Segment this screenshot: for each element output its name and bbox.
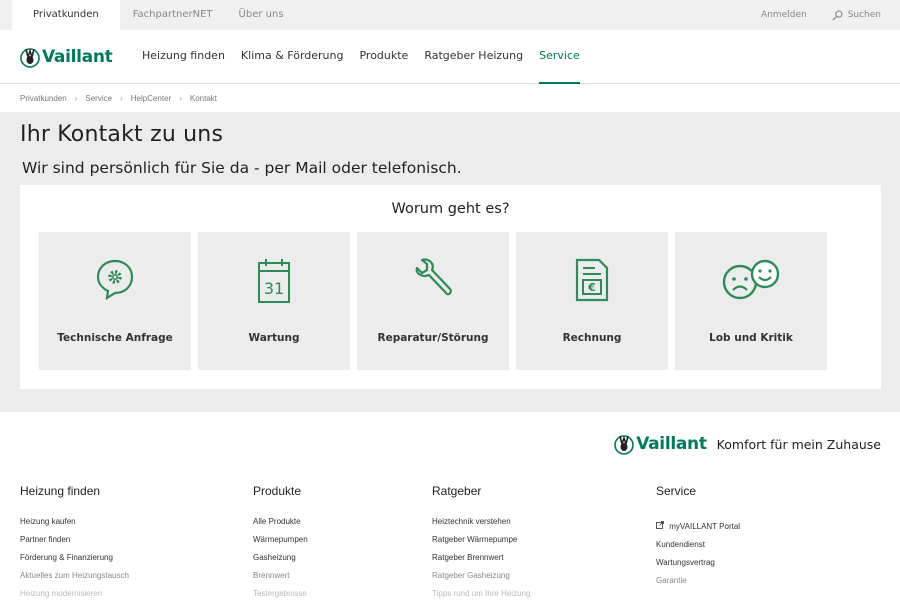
- nav-items: Heizung finden Klima & Förderung Produkt…: [142, 30, 596, 84]
- top-bar-actions: Anmelden Suchen: [761, 0, 881, 30]
- hare-logo-icon: [614, 435, 634, 455]
- footer-column-title: Heizung finden: [20, 484, 101, 498]
- footer-link[interactable]: Tipps rund um Ihre Heizung: [432, 588, 530, 600]
- footer-brand: Vaillant Komfort für mein Zuhause: [614, 432, 881, 456]
- tile-rechnung[interactable]: € Rechnung: [516, 232, 668, 370]
- search-link[interactable]: Suchen: [832, 10, 881, 21]
- footer-link[interactable]: Gasheizung: [253, 552, 308, 570]
- tile-lob-und-kritik[interactable]: Lob und Kritik: [675, 232, 827, 370]
- sad-happy-faces-icon: [722, 259, 780, 300]
- external-link-icon: [656, 521, 666, 531]
- footer-link[interactable]: Brennwert: [253, 570, 308, 588]
- footer-link[interactable]: Testergebnisse: [253, 588, 308, 600]
- nav-heizung-finden[interactable]: Heizung finden: [142, 30, 225, 84]
- breadcrumb-service[interactable]: Service: [85, 94, 112, 103]
- contact-section: Ihr Kontakt zu uns Wir sind persönlich f…: [0, 112, 900, 412]
- nav-ratgeber-heizung[interactable]: Ratgeber Heizung: [424, 30, 523, 84]
- footer-link[interactable]: Heizung modernisieren: [20, 588, 129, 600]
- topic-tiles: Technische Anfrage 31 Wartung Reparatur/…: [39, 232, 834, 370]
- footer-column-service: Service myVAILLANT Portal Kundendienst W…: [656, 484, 740, 593]
- svg-text:€: €: [587, 281, 596, 294]
- footer-link[interactable]: Aktuelles zum Heizungstausch: [20, 570, 129, 588]
- tile-label: Lob und Kritik: [709, 332, 793, 344]
- footer-link[interactable]: Ratgeber Gasheizung: [432, 570, 530, 588]
- chevron-right-icon: ›: [74, 93, 78, 103]
- footer-link[interactable]: Partner finden: [20, 534, 129, 552]
- footer-column-title: Service: [656, 484, 697, 498]
- calendar-31-icon: 31: [258, 259, 290, 303]
- breadcrumb-kontakt: Kontakt: [189, 93, 218, 103]
- footer-link[interactable]: Alle Produkte: [253, 516, 308, 534]
- tile-wartung[interactable]: 31 Wartung: [198, 232, 350, 370]
- footer-column-title: Ratgeber: [432, 484, 482, 498]
- vaillant-logo[interactable]: Vaillant: [20, 45, 120, 69]
- tile-reparatur-stoerung[interactable]: Reparatur/Störung: [357, 232, 509, 370]
- speech-bubble-gear-icon: [96, 259, 134, 300]
- footer-slogan: Komfort für mein Zuhause: [716, 436, 881, 452]
- chevron-right-icon: ›: [179, 93, 182, 103]
- footer-link[interactable]: Förderung & Finanzierung: [20, 552, 129, 570]
- invoice-euro-icon: €: [575, 258, 609, 302]
- svg-text:31: 31: [264, 279, 284, 298]
- footer-link-label: myVAILLANT Portal: [669, 522, 741, 531]
- footer-brand-name: Vaillant: [636, 434, 707, 454]
- breadcrumb: Privatkunden › Service › HelpCenter › Ko…: [0, 84, 900, 112]
- footer-link[interactable]: Heiztechnik verstehen: [432, 516, 530, 534]
- topic-question: Worum geht es?: [391, 201, 510, 217]
- tile-technische-anfrage[interactable]: Technische Anfrage: [39, 232, 191, 370]
- top-bar: Privatkunden FachpartnerNET Über uns Anm…: [0, 0, 900, 30]
- tile-label: Wartung: [248, 332, 300, 344]
- chevron-right-icon: ›: [120, 93, 123, 103]
- nav-klima-foerderung[interactable]: Klima & Förderung: [241, 30, 344, 84]
- main-navigation: Vaillant Heizung finden Klima & Förderun…: [0, 30, 900, 84]
- search-icon: [832, 10, 843, 21]
- hare-logo-icon: [20, 47, 40, 68]
- login-link[interactable]: Anmelden: [761, 10, 807, 20]
- footer-column-heizung-finden: Heizung finden Heizung kaufen Partner fi…: [20, 484, 129, 600]
- tile-label: Reparatur/Störung: [377, 332, 489, 344]
- nav-produkte[interactable]: Produkte: [359, 30, 408, 84]
- footer-link[interactable]: Garantie: [656, 575, 740, 593]
- footer-link[interactable]: Ratgeber Wärmepumpe: [432, 534, 530, 552]
- topic-card: Worum geht es? Technische Anfrage 31 War…: [20, 185, 881, 389]
- breadcrumb-helpcenter[interactable]: HelpCenter: [131, 94, 171, 103]
- wrench-icon: [415, 258, 452, 296]
- tab-ueber-uns[interactable]: Über uns: [226, 0, 297, 30]
- footer-link[interactable]: Kundendienst: [656, 539, 740, 557]
- footer-link[interactable]: Heizung kaufen: [20, 516, 129, 534]
- page-title: Ihr Kontakt zu uns: [20, 122, 224, 147]
- page-subtitle: Wir sind persönlich für Sie da - per Mai…: [22, 159, 462, 177]
- tile-label: Rechnung: [562, 332, 622, 344]
- footer-link[interactable]: Wärmepumpen: [253, 534, 308, 552]
- footer-link[interactable]: Ratgeber Brennwert: [432, 552, 530, 570]
- nav-service[interactable]: Service: [539, 30, 580, 84]
- tile-label: Technische Anfrage: [57, 332, 173, 344]
- brand-name: Vaillant: [42, 46, 113, 67]
- footer-link[interactable]: Wartungsvertrag: [656, 557, 740, 575]
- footer-column-produkte: Produkte Alle Produkte Wärmepumpen Gashe…: [253, 484, 308, 600]
- tab-privatkunden[interactable]: Privatkunden: [12, 0, 120, 30]
- search-label: Suchen: [847, 10, 881, 20]
- footer-column-title: Produkte: [253, 484, 302, 498]
- breadcrumb-privatkunden[interactable]: Privatkunden: [20, 94, 67, 103]
- footer-link-myvaillant[interactable]: myVAILLANT Portal: [656, 521, 740, 539]
- footer-column-ratgeber: Ratgeber Heiztechnik verstehen Ratgeber …: [432, 484, 530, 600]
- tab-fachpartnernet[interactable]: FachpartnerNET: [120, 0, 226, 30]
